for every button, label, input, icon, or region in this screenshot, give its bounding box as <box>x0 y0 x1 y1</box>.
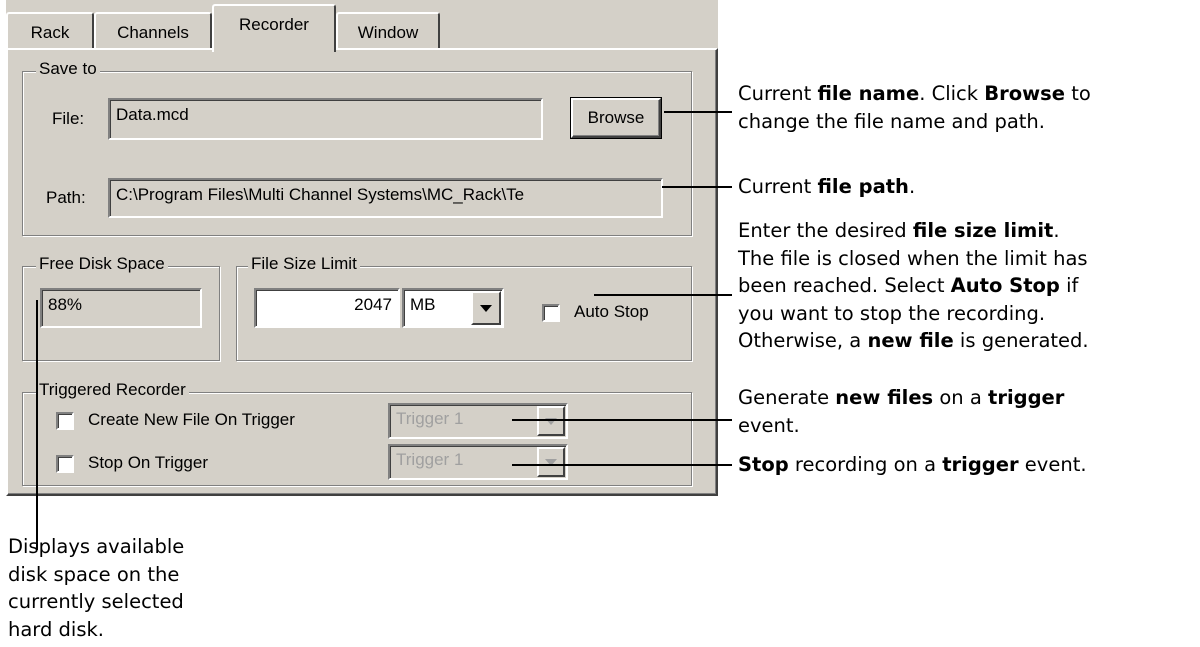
file-name-field[interactable]: Data.mcd <box>108 98 543 140</box>
size-unit-dropdown-button[interactable] <box>471 291 501 325</box>
annotation-new-files: Generate new files on a trigger event. <box>738 386 1065 437</box>
chevron-down-icon <box>480 305 492 312</box>
create-trigger-dropdown-button[interactable] <box>537 406 565 436</box>
annotation-file-name: Current file name. Click Browse to chang… <box>738 82 1091 133</box>
file-size-limit-legend: File Size Limit <box>248 254 360 274</box>
callout-line-disk-space <box>36 300 38 550</box>
tab-recorder[interactable]: Recorder <box>212 4 336 52</box>
create-trigger-value: Trigger 1 <box>396 409 464 428</box>
callout-line-file-path <box>662 186 732 188</box>
file-path-field[interactable]: C:\Program Files\Multi Channel Systems\M… <box>108 178 663 218</box>
stop-on-trigger-checkbox[interactable] <box>56 455 74 473</box>
auto-stop-checkbox[interactable] <box>542 304 560 322</box>
tab-panel-recorder: Save to File: Data.mcd Browse Path: C:\P… <box>6 48 718 496</box>
callout-line-file-name <box>664 111 732 113</box>
stop-trigger-dropdown-button[interactable] <box>537 447 565 477</box>
free-disk-space-value: 88% <box>40 288 202 328</box>
free-disk-space-legend: Free Disk Space <box>36 254 168 274</box>
annotation-stop: Stop recording on a trigger event. <box>738 453 1087 476</box>
path-label: Path: <box>46 188 86 207</box>
annotation-disk-space: Displays available disk space on the cur… <box>8 535 185 641</box>
create-trigger-select[interactable]: Trigger 1 <box>388 403 568 439</box>
callout-line-stop <box>512 464 732 466</box>
annotation-file-path: Current file path. <box>738 175 916 198</box>
create-new-file-checkbox[interactable] <box>56 412 74 430</box>
browse-button[interactable]: Browse <box>570 97 662 139</box>
stop-trigger-select[interactable]: Trigger 1 <box>388 444 568 480</box>
tab-window[interactable]: Window <box>336 12 440 50</box>
recorder-dialog: Rack Channels Recorder Window Save to Fi… <box>6 0 718 496</box>
create-new-file-label: Create New File On Trigger <box>88 410 295 429</box>
callout-line-new-files <box>512 419 732 421</box>
save-to-legend: Save to <box>36 59 100 79</box>
callout-line-size-limit <box>594 294 732 296</box>
file-label: File: <box>52 109 85 128</box>
triggered-recorder-legend: Triggered Recorder <box>36 380 189 400</box>
annotation-size-limit: Enter the desired file size limit. The f… <box>738 219 1089 352</box>
size-unit-value: MB <box>410 295 436 314</box>
stop-on-trigger-label: Stop On Trigger <box>88 453 209 472</box>
file-size-limit-input[interactable]: 2047 <box>254 288 400 328</box>
auto-stop-label: Auto Stop <box>574 302 649 321</box>
stop-trigger-value: Trigger 1 <box>396 450 464 469</box>
tab-channels[interactable]: Channels <box>94 12 212 50</box>
size-unit-select[interactable]: MB <box>402 288 504 328</box>
tab-rack[interactable]: Rack <box>6 12 94 50</box>
